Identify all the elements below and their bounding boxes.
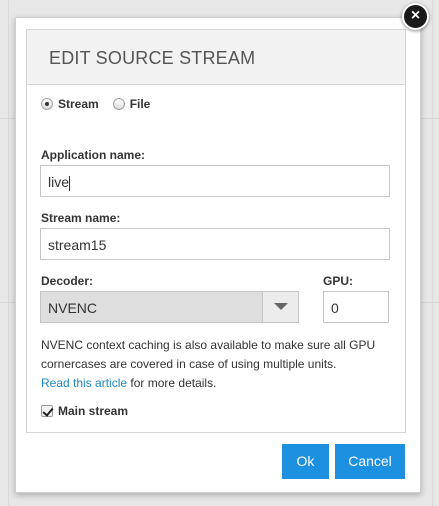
read-article-link[interactable]: Read this article: [41, 376, 127, 390]
close-icon: ×: [410, 7, 421, 24]
file-radio[interactable]: [112, 98, 125, 110]
cancel-button[interactable]: Cancel: [335, 444, 405, 479]
main-stream-option: Main stream: [41, 404, 128, 418]
stream-name-value: stream15: [48, 237, 107, 253]
stream-radio-label[interactable]: Stream: [58, 97, 99, 111]
background-divider: [8, 0, 9, 506]
stream-name-label: Stream name:: [41, 211, 121, 225]
background-divider: [432, 0, 433, 506]
decoder-dropdown-toggle[interactable]: [262, 292, 298, 322]
application-name-label: Application name:: [41, 148, 146, 162]
stream-radio[interactable]: [41, 98, 53, 110]
gpu-label: GPU:: [323, 274, 353, 288]
help-suffix: for more details.: [127, 376, 217, 390]
dialog-header: EDIT SOURCE STREAM: [26, 29, 406, 85]
dialog-title: EDIT SOURCE STREAM: [49, 48, 256, 68]
gpu-value: 0: [331, 300, 339, 316]
application-name-input[interactable]: live: [40, 165, 390, 197]
help-text: NVENC context caching is also available …: [41, 336, 391, 393]
decoder-label: Decoder:: [41, 274, 94, 288]
source-type-radio-group: Stream File: [41, 97, 150, 111]
decoder-value: NVENC: [48, 300, 98, 316]
text-cursor: [69, 175, 71, 191]
file-radio-label[interactable]: File: [130, 97, 151, 111]
main-stream-label[interactable]: Main stream: [58, 404, 128, 418]
gpu-input[interactable]: 0: [323, 291, 389, 323]
application-name-value: live: [48, 174, 70, 190]
close-button[interactable]: ×: [402, 3, 429, 30]
help-description: NVENC context caching is also available …: [41, 338, 376, 371]
ok-button[interactable]: Ok: [282, 444, 329, 479]
main-stream-checkbox[interactable]: [41, 405, 53, 417]
decoder-select[interactable]: NVENC: [40, 291, 299, 323]
chevron-down-icon: [274, 303, 288, 310]
stream-name-input[interactable]: stream15: [40, 228, 390, 260]
